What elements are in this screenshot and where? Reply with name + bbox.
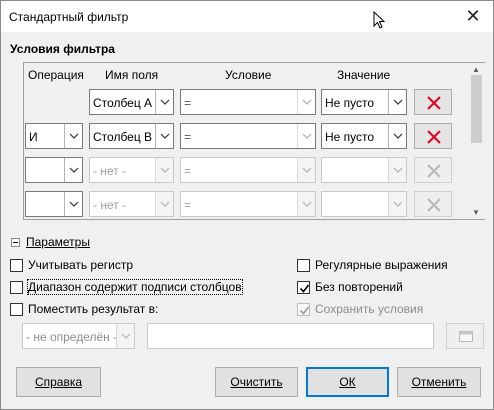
checkbox-box[interactable] [297,258,310,272]
chevron-down-icon [116,324,134,348]
options-expander[interactable]: Параметры [11,235,90,249]
case-sensitive-checkbox[interactable]: Учитывать регистр [10,257,133,273]
contains-headers-checkbox[interactable]: Диапазон содержит подписи столбцов [10,279,243,295]
remove-row-1-button[interactable] [414,89,452,115]
chevron-down-icon [388,192,406,216]
checkbox-box[interactable] [297,280,310,294]
red-cross-icon [427,130,441,144]
chevron-down-icon[interactable] [388,124,406,148]
checkbox-box [297,302,310,316]
operation-select-row-4[interactable] [25,191,83,217]
regex-checkbox[interactable]: Регулярные выражения [297,257,448,273]
condition-select-row-1[interactable]: = [180,89,316,115]
condition-select-row-3: = [180,157,316,183]
chevron-down-icon [297,158,315,182]
remove-row-2-button[interactable] [414,123,452,149]
field-select-row-1[interactable]: Столбец A [89,89,174,115]
copy-results-checkbox[interactable]: Поместить результат в: [10,301,158,317]
chevron-down-icon [155,158,173,182]
value-select-row-4 [321,191,407,217]
criteria-scrollbar[interactable]: ▲ ▼ [468,63,485,219]
keep-filter-checkbox: Сохранить условия [297,301,423,317]
chevron-down-icon[interactable] [155,90,173,114]
field-name-header: Имя поля [105,68,159,82]
remove-row-3-button [414,157,452,183]
chevron-down-icon[interactable] [64,158,82,182]
checkbox-box[interactable] [10,302,23,316]
options-label: Параметры [26,235,90,249]
scroll-thumb[interactable] [471,75,482,143]
checkbox-box[interactable] [10,258,23,272]
condition-select-row-4: = [180,191,316,217]
value-select-row-1[interactable]: Не пусто [321,89,407,115]
shrink-selector-button [446,323,484,349]
field-select-row-4[interactable]: - нет - [89,191,174,217]
title-bar: Стандартный фильтр ✕ [1,1,493,32]
chevron-down-icon[interactable] [64,124,82,148]
close-icon[interactable]: ✕ [461,5,485,27]
field-select-row-3[interactable]: - нет - [89,157,174,183]
mouse-cursor-icon [373,11,385,29]
checkmark-icon [299,284,310,293]
field-select-row-2[interactable]: Столбец B [89,123,174,149]
gray-cross-icon [427,164,441,178]
cancel-button[interactable]: Отменить [397,367,481,397]
operation-header: Операция [28,68,84,82]
filter-criteria-heading: Условия фильтра [10,42,115,56]
chevron-down-icon[interactable] [155,124,173,148]
standard-filter-dialog: Стандартный фильтр ✕ Условия фильтра Опе… [0,0,494,410]
operation-select-row-2[interactable]: И [25,123,83,149]
chevron-down-icon[interactable] [297,124,315,148]
checkbox-box[interactable] [10,280,23,294]
value-select-row-2[interactable]: Не пусто [321,123,407,149]
chevron-down-icon[interactable] [297,90,315,114]
value-header: Значение [337,68,391,82]
chevron-down-icon[interactable] [64,192,82,216]
no-duplicates-checkbox[interactable]: Без повторений [297,279,403,295]
chevron-down-icon [388,158,406,182]
value-select-row-3 [321,157,407,183]
window-title: Стандартный фильтр [9,10,129,24]
operation-select-row-3[interactable] [25,157,83,183]
condition-header: Условие [225,68,272,82]
checkmark-icon [299,306,310,315]
ok-button[interactable]: ОК [306,367,389,397]
gray-cross-icon [427,198,441,212]
scroll-down-icon[interactable]: ▼ [472,208,480,217]
chevron-down-icon[interactable] [388,90,406,114]
clear-button[interactable]: Очистить [215,367,298,397]
red-cross-icon [427,96,441,110]
chevron-down-icon [297,192,315,216]
shrink-icon [459,331,473,342]
scroll-up-icon[interactable]: ▲ [472,65,480,74]
chevron-down-icon [155,192,173,216]
collapse-icon[interactable] [11,237,20,247]
remove-row-4-button [414,191,452,217]
help-button[interactable]: Справка [16,367,101,397]
copy-target-field [147,323,434,349]
condition-select-row-2[interactable]: = [180,123,316,149]
copy-target-select: - не определён - [22,323,135,349]
